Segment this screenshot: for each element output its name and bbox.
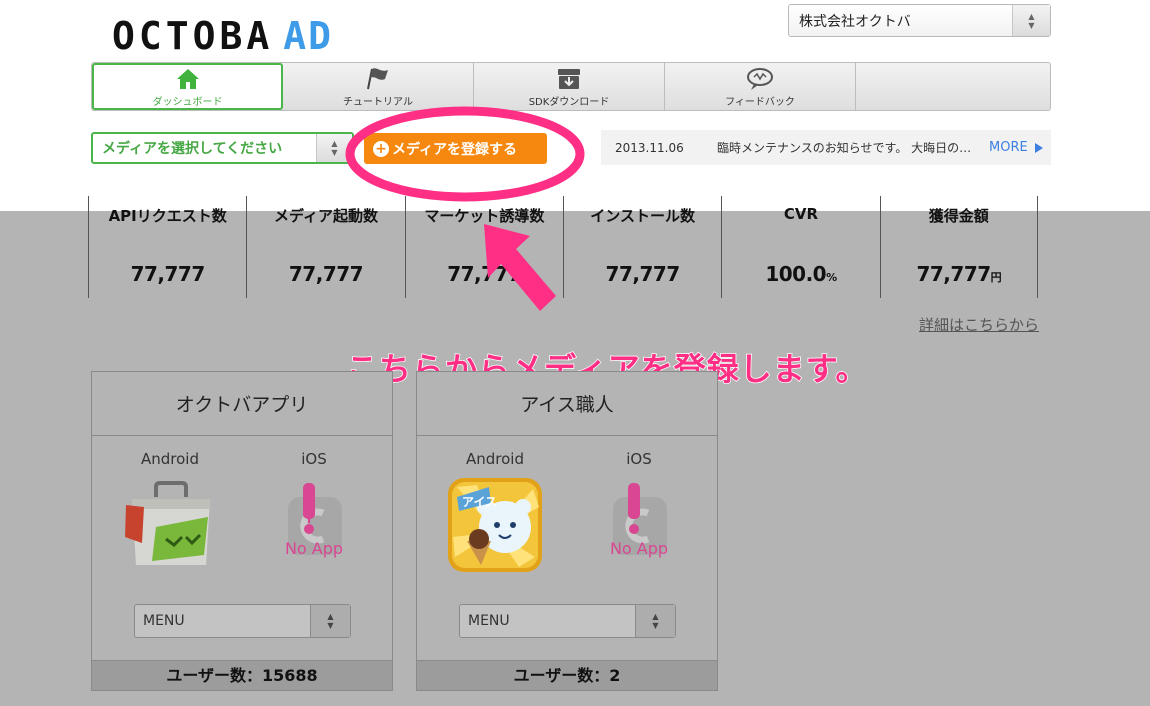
company-select-value: 株式会社オクトバ bbox=[799, 13, 911, 30]
tab-sdk-download[interactable]: SDKダウンロード bbox=[474, 63, 665, 110]
stat-cvr: CVR 100.0% bbox=[721, 196, 879, 298]
news-date: 2013.11.06 bbox=[615, 140, 684, 155]
stat-label: APIリクエスト数 bbox=[108, 207, 227, 225]
ios-no-app-placeholder: No App bbox=[591, 477, 687, 573]
android-label: Android bbox=[466, 450, 524, 468]
speech-bubble-icon bbox=[746, 65, 774, 91]
download-box-icon bbox=[556, 65, 582, 91]
stat-label: CVR bbox=[783, 205, 819, 223]
select-arrows-icon: ▲ ▼ bbox=[1012, 5, 1050, 36]
tab-empty bbox=[856, 63, 1050, 110]
tab-feedback[interactable]: フィードバック bbox=[665, 63, 856, 110]
user-count-value: 15688 bbox=[262, 666, 318, 685]
stat-value: 77,777 bbox=[130, 262, 206, 286]
user-count-label: ユーザー数： bbox=[513, 666, 610, 685]
stat-label: インストール数 bbox=[590, 207, 695, 225]
ios-no-app-placeholder: No App bbox=[266, 477, 362, 573]
user-count-label: ユーザー数： bbox=[166, 666, 262, 685]
stat-unit: % bbox=[826, 271, 837, 284]
news-bar: 2013.11.06 臨時メンテナンスのお知らせです。 大晦日の… MORE bbox=[601, 130, 1051, 165]
ios-label: iOS bbox=[301, 450, 327, 468]
stat-label: 獲得金額 bbox=[928, 207, 989, 225]
stat-value: 100.0% bbox=[765, 262, 837, 286]
svg-text:アイス: アイス bbox=[462, 495, 497, 509]
ios-label: iOS bbox=[626, 450, 652, 468]
tab-label: フィードバック bbox=[725, 97, 795, 108]
stat-api-requests: APIリクエスト数 77,777 bbox=[88, 196, 246, 298]
news-message[interactable]: 臨時メンテナンスのお知らせです。 大晦日の… bbox=[717, 139, 987, 156]
stat-value: 77,777 bbox=[288, 262, 364, 286]
logo[interactable]: OCTOBA AD bbox=[112, 14, 333, 58]
android-label: Android bbox=[141, 450, 199, 468]
media-select[interactable]: メディアを選択してください ▲ ▼ bbox=[91, 132, 354, 164]
details-link[interactable]: 詳細はこちらから bbox=[919, 314, 1039, 335]
android-app-icon[interactable]: アイス bbox=[447, 477, 543, 573]
user-count-value: 2 bbox=[609, 666, 621, 685]
tab-label: ダッシュボード bbox=[152, 97, 223, 108]
no-app-label: No App bbox=[284, 539, 344, 558]
menu-label: MENU bbox=[468, 613, 510, 629]
stat-value: 77,777 bbox=[605, 262, 681, 286]
stat-unit: 円 bbox=[990, 271, 1002, 284]
app-card: オクトバアプリ Android iOS No App MENU ▲ ▼ ユーザー数… bbox=[91, 371, 393, 691]
company-select[interactable]: 株式会社オクトバ ▲ ▼ bbox=[788, 4, 1051, 37]
pointer-arrow bbox=[484, 224, 556, 311]
app-menu-select[interactable]: MENU ▲ ▼ bbox=[459, 604, 676, 638]
tab-tutorial[interactable]: チュートリアル bbox=[283, 63, 474, 110]
app-card: アイス職人 Android iOS アイス No App MENU ▲ ▼ ユー… bbox=[416, 371, 718, 691]
news-more-label: MORE bbox=[989, 140, 1028, 155]
app-name[interactable]: オクトバアプリ bbox=[92, 372, 392, 436]
menu-label: MENU bbox=[143, 613, 185, 629]
tab-dashboard[interactable]: ダッシュボード bbox=[92, 63, 283, 110]
stat-media-launches: メディア起動数 77,777 bbox=[246, 196, 404, 298]
user-count: ユーザー数：15688 bbox=[92, 660, 392, 690]
no-app-label: No App bbox=[609, 539, 669, 558]
app-menu-select[interactable]: MENU ▲ ▼ bbox=[134, 604, 351, 638]
logo-main-text: OCTOBA bbox=[112, 14, 274, 58]
select-arrows-icon: ▲ ▼ bbox=[635, 605, 675, 637]
stat-value: 77,777円 bbox=[916, 262, 1002, 286]
home-icon bbox=[175, 65, 201, 91]
news-more-link[interactable]: MORE bbox=[989, 140, 1043, 155]
android-app-icon[interactable] bbox=[122, 477, 218, 573]
select-arrows-icon: ▲ ▼ bbox=[310, 605, 350, 637]
user-count: ユーザー数：2 bbox=[417, 660, 717, 690]
logo-accent-text: AD bbox=[283, 14, 334, 58]
media-select-value: メディアを選択してください bbox=[102, 141, 283, 157]
triangle-right-icon bbox=[1034, 142, 1043, 153]
stat-label: メディア起動数 bbox=[274, 207, 378, 225]
flag-icon bbox=[364, 65, 392, 91]
stat-installs: インストール数 77,777 bbox=[562, 196, 721, 298]
stat-earnings: 獲得金額 77,777円 bbox=[879, 196, 1038, 298]
app-name[interactable]: アイス職人 bbox=[417, 372, 717, 436]
